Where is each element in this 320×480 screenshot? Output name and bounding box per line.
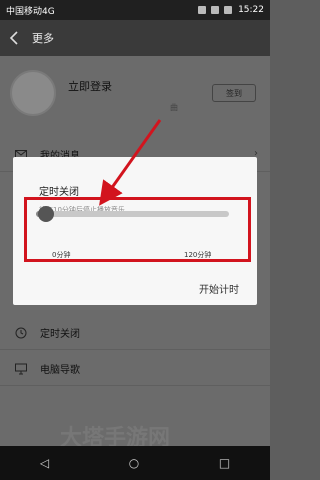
menu-item-pc-import[interactable]: 电脑导歌 — [0, 352, 270, 386]
start-timer-button[interactable]: 开始计时 — [199, 281, 239, 296]
menu-label: 定时关闭 — [40, 329, 80, 340]
menu-item-sleep-timer[interactable]: 定时关闭 — [0, 316, 270, 350]
menu-label: 电脑导歌 — [40, 365, 80, 376]
profile-section[interactable]: 立即登录 曲 签到 — [0, 56, 270, 136]
clock-icon — [14, 326, 28, 340]
signin-button[interactable]: 签到 — [212, 84, 256, 102]
home-nav-icon[interactable]: ○ — [129, 456, 139, 470]
back-nav-icon[interactable]: ◁ — [40, 456, 49, 470]
avatar[interactable] — [10, 70, 56, 116]
status-bar: 中国移动4G 15:22 — [0, 0, 270, 20]
recents-nav-icon[interactable]: □ — [219, 456, 230, 470]
dialog-title: 定时关闭 — [39, 187, 79, 198]
battery-icon — [224, 6, 233, 14]
login-text[interactable]: 立即登录 — [68, 78, 112, 94]
android-nav-bar: ◁ ○ □ — [0, 446, 270, 480]
top-bar: 更多 — [0, 20, 270, 56]
wifi-icon — [211, 6, 220, 14]
clock: 15:22 — [238, 5, 264, 15]
notification-icon — [198, 6, 207, 14]
highlight-box — [24, 197, 251, 262]
back-icon[interactable] — [6, 30, 22, 46]
profile-subtitle: 曲 — [170, 103, 178, 112]
page-title: 更多 — [32, 32, 54, 45]
status-icons — [198, 6, 233, 14]
carrier-label: 中国移动4G — [6, 6, 55, 17]
monitor-icon — [14, 362, 28, 376]
